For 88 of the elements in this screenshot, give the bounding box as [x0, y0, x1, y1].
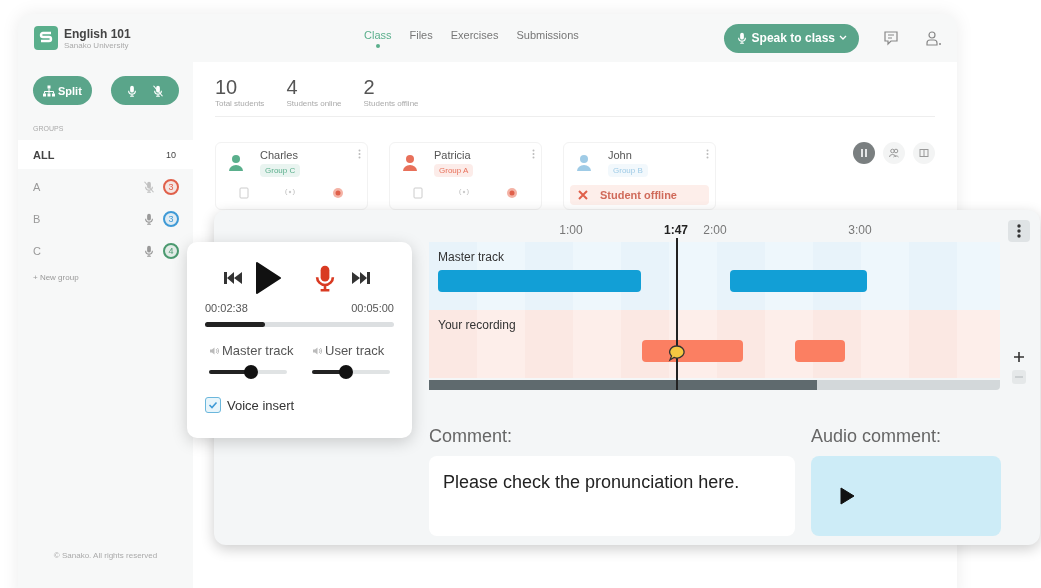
stat-value: 2 — [363, 76, 376, 99]
zoom-in-button[interactable] — [1012, 350, 1026, 364]
time-tick: 2:00 — [703, 223, 727, 237]
chevron-down-icon — [839, 35, 847, 41]
playhead-line[interactable] — [676, 238, 678, 390]
nav-tab[interactable]: Submissions — [516, 28, 579, 48]
stat-label: Total students — [215, 99, 265, 108]
group-item[interactable]: A 3 — [18, 172, 193, 201]
group-count: 3 — [163, 178, 179, 195]
timeline-scrollbar[interactable] — [429, 380, 1000, 390]
volume-label: Master track — [222, 343, 294, 358]
speaker-icon — [209, 345, 219, 356]
split-view-button[interactable] — [913, 142, 935, 164]
group-view-button[interactable] — [883, 142, 905, 164]
volume-slider[interactable] — [312, 365, 390, 379]
muted-mic-icon — [151, 84, 164, 97]
university-name: Sanako University — [64, 40, 130, 50]
mic-icon — [143, 244, 155, 257]
copyright-text: © Sanako. All rights reserved — [52, 551, 159, 560]
stat-value: 10 — [215, 76, 239, 99]
list-view-button[interactable] — [853, 142, 875, 164]
volume-label: User track — [325, 343, 385, 358]
play-icon — [839, 486, 855, 505]
speak-to-class-button[interactable]: Speak to class — [723, 23, 859, 53]
more-icon — [1017, 224, 1021, 238]
columns-icon — [859, 148, 869, 158]
student-card[interactable]: John Group B Student offline — [563, 142, 716, 210]
more-menu-button[interactable] — [1008, 220, 1030, 242]
close-icon — [578, 190, 588, 200]
people-icon — [889, 148, 899, 158]
comment-label: Comment: — [429, 425, 514, 447]
elapsed-time: 00:02:38 — [205, 302, 248, 314]
stat-label: Students online — [286, 99, 342, 108]
skip-forward-button[interactable] — [351, 270, 371, 286]
plus-icon — [1014, 352, 1024, 362]
comment-field[interactable]: Please check the pronunciation here. — [429, 455, 795, 536]
playhead-time: 1:47 — [664, 223, 688, 237]
track-label: Your recording — [438, 318, 516, 332]
mic-icon — [735, 32, 748, 44]
mic-icon — [126, 84, 139, 97]
student-name: Charles — [260, 149, 298, 161]
more-icon[interactable] — [358, 149, 361, 159]
audio-comment-label: Audio comment: — [811, 425, 943, 447]
audio-segment[interactable] — [642, 340, 743, 362]
new-group-link[interactable]: + New group — [18, 268, 193, 287]
time-tick: 3:00 — [848, 223, 872, 237]
chat-icon[interactable] — [883, 30, 899, 46]
total-time: 00:05:00 — [351, 302, 394, 314]
group-count: 10 — [165, 148, 177, 162]
record-icon[interactable] — [331, 187, 344, 199]
stat-label: Students offline — [363, 99, 419, 108]
split-button[interactable]: Split — [33, 76, 92, 105]
check-icon — [208, 400, 218, 410]
user-icon[interactable] — [925, 30, 941, 46]
logo-icon — [34, 26, 58, 50]
group-count: 3 — [163, 210, 179, 227]
comment-bubble-icon[interactable] — [668, 344, 686, 362]
stat-value: 4 — [286, 76, 299, 99]
mic-toggle-button[interactable] — [110, 76, 179, 105]
group-item[interactable]: C 4 — [18, 236, 193, 265]
status-text: Student offline — [600, 189, 677, 201]
track-label: Master track — [438, 250, 504, 264]
group-item[interactable]: B 3 — [18, 204, 193, 233]
play-button[interactable] — [255, 262, 281, 294]
nav-tab[interactable]: Files — [409, 28, 433, 48]
record-icon[interactable] — [505, 187, 518, 199]
group-count: 4 — [163, 242, 179, 259]
group-tag: Group C — [260, 164, 301, 177]
group-tag: Group B — [608, 164, 648, 177]
group-tag: Group A — [434, 164, 474, 177]
time-tick: 1:00 — [559, 223, 583, 237]
student-name: John — [608, 149, 632, 161]
hierarchy-icon — [43, 84, 55, 97]
mic-icon — [143, 212, 155, 225]
nav-tab[interactable]: Exercises — [450, 28, 499, 48]
more-icon[interactable] — [532, 149, 535, 159]
skip-back-button[interactable] — [223, 270, 243, 286]
volume-slider[interactable] — [209, 365, 287, 379]
course-title: English 101 — [64, 26, 131, 41]
split-panel-icon — [919, 148, 929, 158]
group-item[interactable]: ALL 10 — [18, 140, 193, 169]
muted-mic-icon — [143, 180, 155, 193]
more-icon[interactable] — [706, 149, 709, 159]
speaker-icon — [312, 345, 322, 356]
student-name: Patricia — [434, 149, 471, 161]
nav-tab[interactable]: Class — [364, 28, 392, 48]
voice-insert-checkbox[interactable]: Voice insert — [205, 397, 394, 413]
progress-bar[interactable] — [205, 322, 394, 327]
